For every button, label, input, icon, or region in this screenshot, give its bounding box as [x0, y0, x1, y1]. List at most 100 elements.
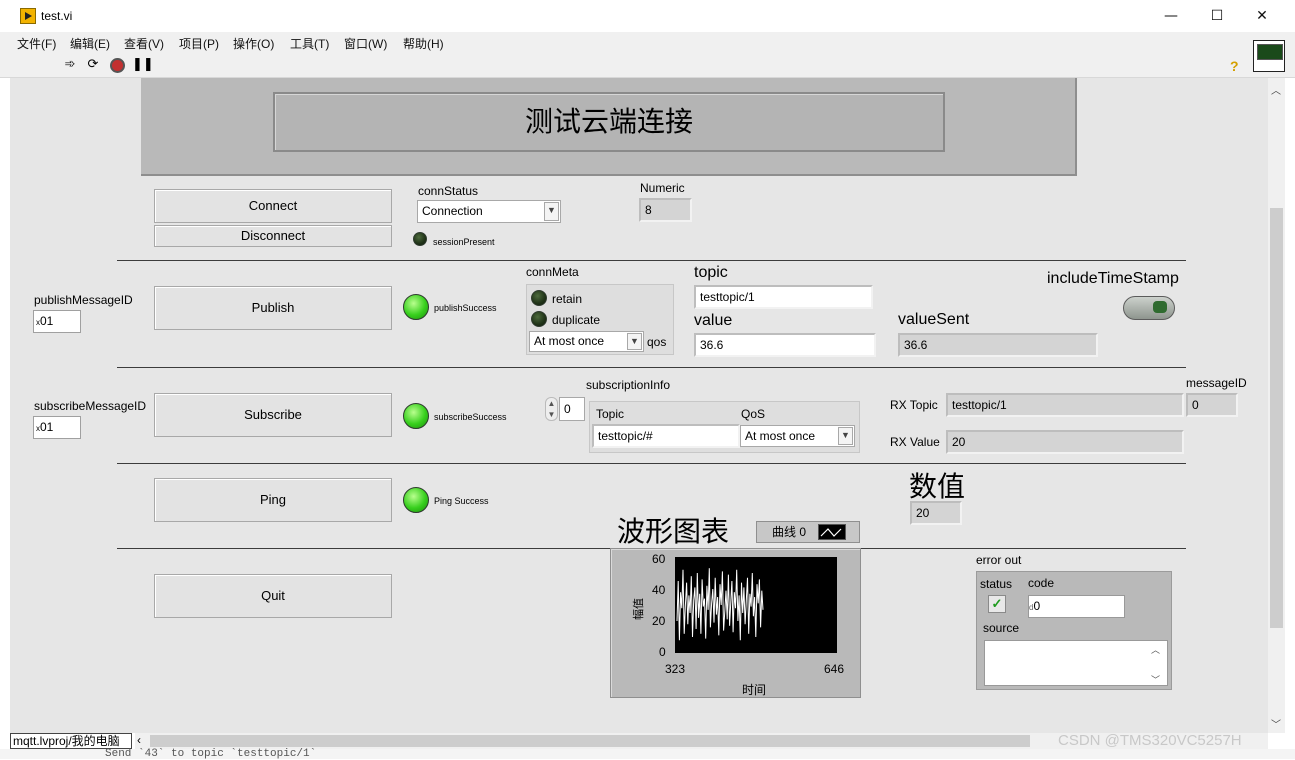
error-status-label: status	[980, 577, 1013, 591]
rx-value-indicator: 20	[946, 430, 1184, 454]
y-tick-60: 60	[652, 552, 666, 566]
array-index-spinner[interactable]: ▲ ▼	[545, 397, 558, 421]
sub-topic-input[interactable]: testtopic/#	[592, 424, 740, 448]
minimize-button[interactable]: —	[1148, 2, 1194, 30]
banner-title: 测试云端连接	[273, 92, 945, 152]
publish-qos-dropdown[interactable]: At most once ▼	[529, 331, 644, 352]
error-source-label: source	[983, 621, 1020, 635]
window-title: test.vi	[41, 9, 73, 23]
maximize-button[interactable]: ☐	[1194, 2, 1240, 30]
y-tick-40: 40	[652, 583, 666, 597]
scroll-up-icon[interactable]: ︿	[1271, 82, 1281, 97]
menu-view[interactable]: 查看(V)	[124, 35, 164, 52]
conn-status-value: Connection	[422, 204, 483, 218]
array-index-input[interactable]: 0	[559, 397, 585, 421]
conn-meta-label: connMeta	[526, 265, 579, 279]
section-divider	[117, 260, 1186, 261]
subscription-info-label: subscriptionInfo	[586, 378, 671, 392]
y-tick-0: 0	[659, 645, 666, 659]
project-context-tab[interactable]: mqtt.lvproj/我的电脑	[10, 733, 132, 749]
connect-button[interactable]: Connect	[154, 189, 392, 223]
subscribe-message-id-label: subscribeMessageID	[34, 399, 147, 413]
chart-title: 波形图表	[617, 515, 730, 548]
sub-qos-value: At most once	[745, 429, 816, 443]
disconnect-button[interactable]: Disconnect	[154, 225, 392, 247]
close-button[interactable]: ✕	[1239, 2, 1285, 30]
labview-vi-icon	[20, 8, 36, 24]
menu-help[interactable]: 帮助(H)	[403, 35, 444, 52]
chevron-down-icon: ▼	[627, 333, 642, 350]
conn-status-dropdown[interactable]: Connection ▼	[417, 200, 561, 223]
menu-project[interactable]: 项目(P)	[179, 35, 219, 52]
sub-qos-header: QoS	[741, 407, 766, 421]
console-text: Send `43` to topic `testtopic/1`	[105, 748, 317, 760]
publish-success-led	[403, 294, 429, 320]
publish-button[interactable]: Publish	[154, 286, 392, 330]
run-continuous-icon[interactable]: ⟳	[85, 57, 101, 73]
message-id-label: messageID	[1186, 376, 1247, 390]
publish-message-id-label: publishMessageID	[34, 293, 133, 307]
error-status-check-icon: ✓	[988, 595, 1006, 613]
menu-edit[interactable]: 编辑(E)	[70, 35, 110, 52]
ping-success-label: Ping Success	[434, 496, 489, 506]
qos-label: qos	[647, 335, 667, 349]
x-tick-min: 323	[665, 662, 686, 676]
quit-button[interactable]: Quit	[154, 574, 392, 618]
menu-file[interactable]: 文件(F)	[17, 35, 56, 52]
run-arrow-icon[interactable]: ➾	[62, 57, 78, 73]
numeric-cn-label: 数值	[909, 470, 966, 503]
x-tick-max: 646	[824, 662, 845, 676]
ping-button[interactable]: Ping	[154, 478, 392, 522]
menu-window[interactable]: 窗口(W)	[344, 35, 387, 52]
publish-message-id-value: 01	[40, 314, 54, 328]
publish-qos-value: At most once	[534, 334, 605, 348]
subscribe-button[interactable]: Subscribe	[154, 393, 392, 437]
numeric-label: Numeric	[640, 181, 685, 195]
scroll-up-icon[interactable]: ︿	[1151, 643, 1160, 656]
error-out-label: error out	[976, 553, 1022, 567]
subscribe-message-id-field[interactable]: x01	[33, 416, 81, 439]
x-axis-label: 时间	[742, 683, 767, 697]
window-titlebar[interactable]	[0, 0, 1295, 32]
duplicate-label: duplicate	[552, 313, 601, 327]
error-source-field	[984, 640, 1168, 686]
publish-success-label: publishSuccess	[434, 303, 497, 313]
toggle-knob	[1153, 301, 1167, 313]
value-input[interactable]: 36.6	[694, 333, 876, 357]
scroll-left-icon[interactable]: ‹	[137, 733, 141, 747]
vi-connector-icon[interactable]	[1253, 40, 1285, 72]
numeric-cn-indicator: 20	[910, 501, 962, 525]
pause-icon[interactable]: ❚❚	[132, 57, 154, 73]
subscribe-message-id-value: 01	[40, 420, 54, 434]
context-help-icon[interactable]: ?	[1230, 58, 1244, 74]
legend-line-swatch	[818, 524, 846, 540]
rx-topic-indicator: testtopic/1	[946, 393, 1184, 417]
rx-value-label: RX Value	[890, 435, 940, 449]
subscribe-success-label: subscribeSuccess	[434, 412, 507, 422]
duplicate-led[interactable]	[531, 311, 547, 327]
sub-qos-dropdown[interactable]: At most once ▼	[740, 425, 855, 447]
vertical-scroll-thumb[interactable]	[1270, 208, 1283, 628]
topic-input[interactable]: testtopic/1	[694, 285, 873, 309]
publish-message-id-field[interactable]: x01	[33, 310, 81, 333]
waveform-plot-svg	[676, 568, 764, 641]
value-sent-indicator: 36.6	[898, 333, 1098, 357]
abort-icon[interactable]	[110, 58, 125, 73]
menu-operate[interactable]: 操作(O)	[233, 35, 274, 52]
horizontal-scroll-thumb[interactable]	[150, 735, 1030, 747]
waveform-plot-area[interactable]	[675, 557, 837, 653]
scroll-down-icon[interactable]: ﹀	[1151, 673, 1160, 686]
value-label: value	[694, 312, 733, 329]
y-axis-label: 幅值	[633, 598, 645, 620]
topic-label: topic	[694, 264, 728, 281]
series-line-curve-0	[676, 568, 764, 641]
error-code-field: d0	[1028, 595, 1125, 618]
menu-tools[interactable]: 工具(T)	[290, 35, 329, 52]
ping-success-led	[403, 487, 429, 513]
include-timestamp-toggle[interactable]	[1123, 296, 1175, 320]
chevron-down-icon: ▼	[544, 202, 559, 221]
retain-led[interactable]	[531, 290, 547, 306]
watermark: CSDN @TMS320VC5257H	[1058, 732, 1242, 749]
chevron-down-icon: ▼	[838, 427, 853, 445]
scroll-down-icon[interactable]: ﹀	[1271, 716, 1281, 731]
